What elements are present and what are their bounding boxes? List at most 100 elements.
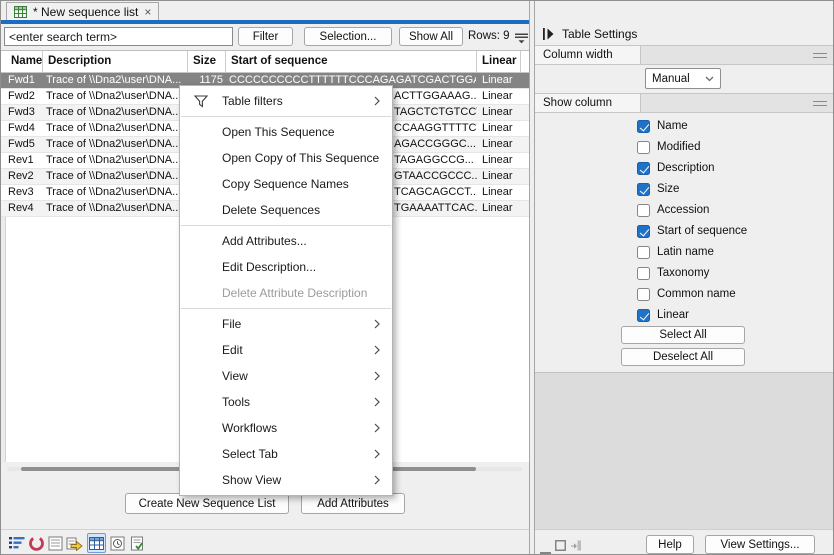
- help-button[interactable]: Help: [646, 535, 694, 554]
- checkbox-checked-icon[interactable]: [637, 120, 650, 133]
- show-column-option-label: Name: [657, 117, 688, 136]
- checkbox-unchecked-icon[interactable]: [637, 141, 650, 154]
- show-column-option-linear[interactable]: Linear: [535, 306, 834, 325]
- table-toolbar: Filter Selection... Show All Rows: 9: [1, 24, 529, 50]
- show-column-option-taxonomy[interactable]: Taxonomy: [535, 264, 834, 283]
- add-attributes-button[interactable]: Add Attributes: [301, 493, 405, 514]
- show-column-option-name[interactable]: Name: [535, 117, 834, 136]
- text-view-icon[interactable]: [46, 533, 65, 553]
- circular-view-icon[interactable]: [27, 533, 46, 553]
- panel-collapse-icon[interactable]: [543, 28, 554, 40]
- history-view-icon[interactable]: [108, 533, 127, 553]
- deselect-all-button[interactable]: Deselect All: [621, 348, 745, 366]
- menu-item-label: Select Tab: [222, 447, 374, 461]
- checkbox-unchecked-icon[interactable]: [637, 246, 650, 259]
- menu-item-copy-sequence-names[interactable]: Copy Sequence Names: [180, 171, 392, 197]
- checkbox-checked-icon[interactable]: [637, 309, 650, 322]
- checkbox-checked-icon[interactable]: [637, 162, 650, 175]
- minimize-panel-icon[interactable]: [540, 542, 551, 555]
- show-column-option-accession[interactable]: Accession: [535, 201, 834, 220]
- show-column-option-modified[interactable]: Modified: [535, 138, 834, 157]
- column-header-start[interactable]: Start of sequence: [227, 51, 477, 72]
- view-settings-button[interactable]: View Settings...: [705, 535, 815, 554]
- show-column-option-label: Start of sequence: [657, 222, 747, 241]
- column-header-description[interactable]: Description: [44, 51, 188, 72]
- dock-panel-icon[interactable]: [570, 538, 582, 555]
- table-header: Name Description Size Start of sequence …: [1, 51, 529, 73]
- column-header-size[interactable]: Size: [189, 51, 226, 72]
- select-all-label: Select All: [659, 329, 706, 341]
- search-input[interactable]: [4, 27, 233, 46]
- menu-item-show-view[interactable]: Show View: [180, 467, 392, 493]
- submenu-arrow-icon: [374, 345, 392, 355]
- table-export-view-icon[interactable]: [65, 533, 84, 553]
- submenu-arrow-icon: [374, 397, 392, 407]
- checkbox-checked-icon[interactable]: [637, 183, 650, 196]
- view-switcher-bar: [1, 529, 529, 555]
- filter-button[interactable]: Filter: [238, 27, 293, 46]
- show-column-option-size[interactable]: Size: [535, 180, 834, 199]
- collapse-group-icon[interactable]: [813, 101, 827, 106]
- table-cell-start: GTAACCGCCC...: [394, 169, 477, 184]
- table-cell-name: Rev3: [8, 185, 41, 200]
- submenu-arrow-icon: [374, 475, 392, 485]
- show-column-option-description[interactable]: Description: [535, 159, 834, 178]
- menu-item-label: Table filters: [222, 94, 374, 108]
- sequence-list-icon: [14, 6, 27, 18]
- submenu-arrow-icon: [374, 319, 392, 329]
- tab-new-sequence-list[interactable]: * New sequence list ×: [6, 2, 159, 20]
- tab-close-icon[interactable]: ×: [144, 6, 151, 18]
- panel-empty-area: [535, 373, 834, 529]
- float-panel-icon[interactable]: [555, 538, 566, 555]
- table-cell-name: Fwd2: [8, 89, 41, 104]
- column-width-select[interactable]: Manual: [645, 68, 721, 89]
- menu-item-table-filters[interactable]: Table filters: [180, 88, 392, 114]
- menu-item-label: Show View: [222, 473, 374, 487]
- select-all-button[interactable]: Select All: [621, 326, 745, 344]
- menu-item-file[interactable]: File: [180, 311, 392, 337]
- menu-item-workflows[interactable]: Workflows: [180, 415, 392, 441]
- deselect-all-label: Deselect All: [653, 351, 713, 363]
- checkbox-unchecked-icon[interactable]: [637, 204, 650, 217]
- show-all-button[interactable]: Show All: [399, 27, 463, 46]
- selection-button[interactable]: Selection...: [304, 27, 392, 46]
- menu-item-open-copy-of-this-sequence[interactable]: Open Copy of This Sequence: [180, 145, 392, 171]
- checkbox-checked-icon[interactable]: [637, 225, 650, 238]
- table-cell-name: Fwd3: [8, 105, 41, 120]
- table-view-icon[interactable]: [87, 533, 106, 553]
- show-column-option-common-name[interactable]: Common name: [535, 285, 834, 304]
- selection-button-label: Selection...: [320, 31, 377, 43]
- show-column-option-start-of-sequence[interactable]: Start of sequence: [535, 222, 834, 241]
- column-width-group-header[interactable]: Column width: [535, 45, 834, 65]
- menu-item-open-this-sequence[interactable]: Open This Sequence: [180, 119, 392, 145]
- menu-item-label: Copy Sequence Names: [222, 177, 392, 191]
- menu-item-edit[interactable]: Edit: [180, 337, 392, 363]
- column-header-linear[interactable]: Linear: [478, 51, 521, 72]
- list-view-icon[interactable]: [7, 533, 26, 553]
- panel-bottom-bar: Help View Settings...: [535, 529, 834, 555]
- show-column-group-header[interactable]: Show column: [535, 93, 834, 113]
- checkbox-unchecked-icon[interactable]: [637, 267, 650, 280]
- menu-item-label: Tools: [222, 395, 374, 409]
- checkbox-unchecked-icon[interactable]: [637, 288, 650, 301]
- menu-item-label: Add Attributes...: [222, 234, 392, 248]
- table-settings-header: Table Settings: [535, 23, 834, 45]
- menu-item-add-attributes[interactable]: Add Attributes...: [180, 228, 392, 254]
- menu-item-select-tab[interactable]: Select Tab: [180, 441, 392, 467]
- column-header-name[interactable]: Name: [7, 51, 43, 72]
- filter-funnel-icon: [180, 95, 222, 108]
- table-cell-name: Rev4: [8, 201, 41, 216]
- submenu-arrow-icon: [374, 96, 392, 106]
- show-column-option-label: Accession: [657, 201, 709, 220]
- panel-title: Table Settings: [562, 27, 637, 41]
- menu-item-view[interactable]: View: [180, 363, 392, 389]
- create-new-sequence-list-button[interactable]: Create New Sequence List: [125, 493, 289, 514]
- menu-item-edit-description[interactable]: Edit Description...: [180, 254, 392, 280]
- rows-filter-icon[interactable]: [515, 31, 528, 49]
- table-cell-linear: Linear: [482, 89, 521, 104]
- element-info-view-icon[interactable]: [128, 533, 147, 553]
- collapse-group-icon[interactable]: [813, 53, 827, 58]
- menu-item-delete-sequences[interactable]: Delete Sequences: [180, 197, 392, 223]
- menu-item-tools[interactable]: Tools: [180, 389, 392, 415]
- show-column-option-latin-name[interactable]: Latin name: [535, 243, 834, 262]
